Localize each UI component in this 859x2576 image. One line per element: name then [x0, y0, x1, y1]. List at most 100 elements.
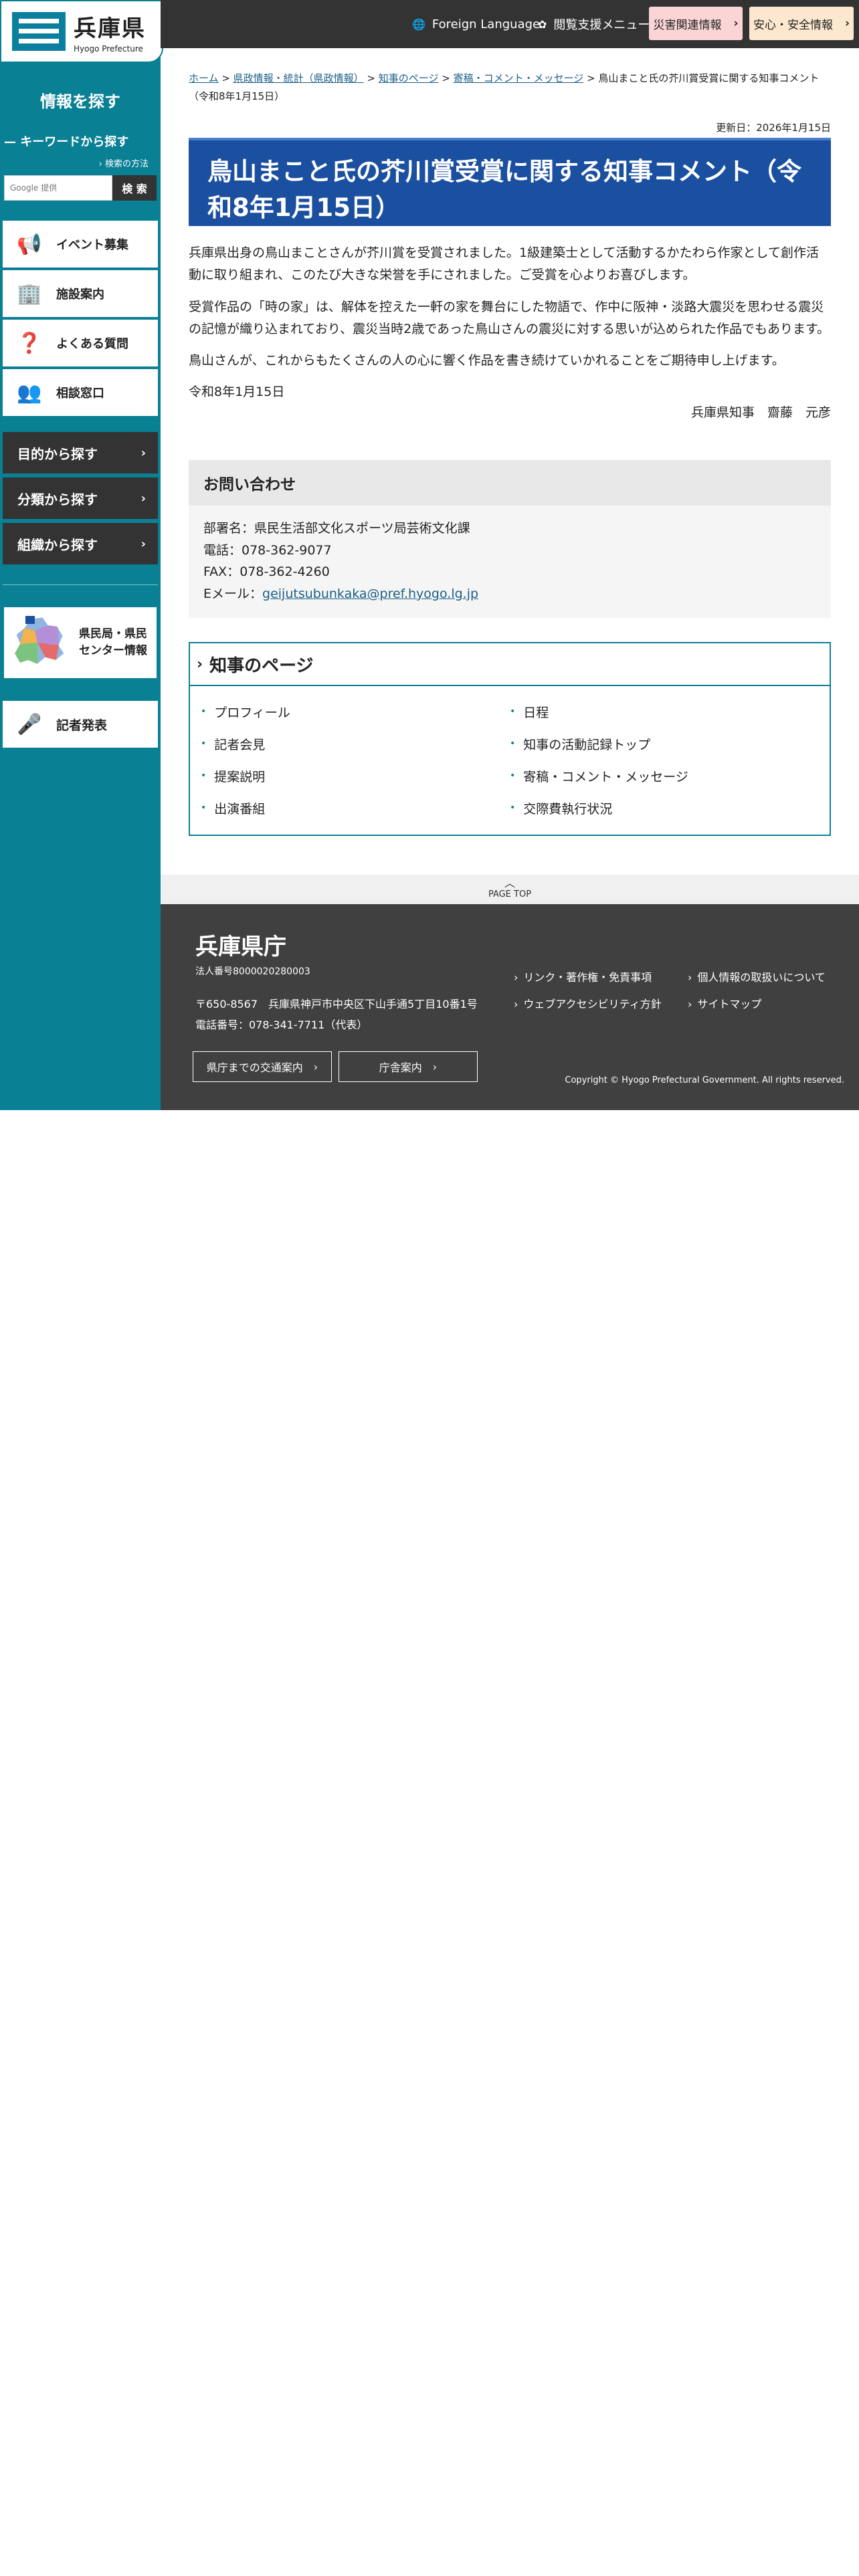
- chevron-right-icon: ›: [98, 159, 102, 169]
- top-bar: 🌐 Foreign Language ✿ 閲覧支援メニュー 災害関連情報 › 安心・安…: [161, 0, 859, 48]
- globe-icon: 🌐: [412, 17, 425, 31]
- side-item-events[interactable]: 📢 イベント募集: [3, 221, 158, 267]
- gov-link-press-conference[interactable]: • 記者会見: [201, 728, 510, 760]
- inquiry-box: お問い合わせ 部署名：県民生活部文化スポーツ局芸術文化課 電話：078-362-…: [189, 460, 831, 618]
- gov-link-programs[interactable]: • 出演番組: [201, 792, 510, 824]
- chevron-right-icon: ›: [140, 445, 146, 460]
- chevron-right-icon: ›: [844, 17, 850, 30]
- search-howto-link[interactable]: › 検索の方法: [99, 156, 149, 169]
- side-item-faq[interactable]: ❓ よくある質問: [3, 320, 158, 366]
- foreign-language-link[interactable]: 🌐 Foreign Language: [412, 0, 540, 48]
- bullet-icon: •: [201, 802, 207, 813]
- chevron-up-icon: ︿: [504, 877, 515, 889]
- inquiry-dept: 部署名：県民生活部文化スポーツ局芸術文化課: [203, 521, 470, 536]
- building-icon: 🏢: [17, 282, 42, 306]
- gear-icon: ✿: [538, 17, 547, 31]
- site-name-ja: 兵庫県: [74, 15, 146, 42]
- footer-link-copyright[interactable]: › リンク・著作権・免責事項: [514, 968, 652, 984]
- keyword-search-title: — キーワードから探す: [4, 135, 129, 149]
- updated-date: 更新日：2026年1月15日: [716, 122, 831, 134]
- bullet-icon: •: [510, 706, 516, 717]
- accessibility-menu-link[interactable]: ✿ 閲覧支援メニュー: [538, 0, 650, 48]
- sidebar-divider: [3, 584, 158, 585]
- side-item-facilities[interactable]: 🏢 施設案内: [3, 270, 158, 317]
- footer-link-accessibility[interactable]: › ウェブアクセシビリティ方針: [514, 995, 662, 1011]
- site-logo[interactable]: 兵庫県 Hyogo Prefecture: [0, 0, 163, 63]
- footer-corp-number: 法人番号8000020280003: [195, 966, 310, 977]
- browse-by-category[interactable]: 分類から探す ›: [3, 477, 158, 519]
- search-button[interactable]: 検 索: [112, 175, 157, 201]
- chevron-right-icon: ›: [140, 491, 146, 506]
- breadcrumb-governor-page[interactable]: 知事のページ: [379, 72, 439, 84]
- chevron-right-icon: ›: [688, 998, 692, 1010]
- safety-info-button[interactable]: 安心・安全情報 ›: [749, 7, 854, 40]
- side-item-consult[interactable]: 👥 相談窓口: [3, 369, 158, 416]
- governor-page-box: › 知事のページ • プロフィール • 日程 • 記者会見 • 知事の活動記録トップ • 提…: [189, 642, 831, 836]
- microphone-icon: 🎤: [17, 712, 42, 736]
- inquiry-tel: 電話：078-362-9077: [203, 542, 332, 558]
- breadcrumb: ホーム > 県政情報・統計（県政情報） > 知事のページ > 寄稿・コメント・メ…: [189, 72, 820, 102]
- footer-link-privacy[interactable]: › 個人情報の取扱いについて: [688, 968, 826, 984]
- bullet-icon: •: [510, 802, 516, 813]
- chevron-right-icon: ›: [733, 17, 739, 30]
- chevron-right-icon: ›: [688, 971, 692, 984]
- browse-menu: 目的から探す › 分類から探す › 組織から探す ›: [3, 432, 158, 568]
- sidebar: 兵庫県 Hyogo Prefecture 情報を探す — キーワードから探す ›…: [0, 0, 163, 1110]
- bullet-icon: •: [201, 738, 207, 749]
- body-paragraph-2: 受賞作品の「時の家」は、解体を控えた一軒の家を舞台にした物語で、作中に阪神・淡路…: [189, 299, 830, 336]
- disaster-info-button[interactable]: 災害関連情報 ›: [649, 7, 743, 40]
- center-label-line1: 県民局・県民: [79, 627, 147, 641]
- gov-link-expenses[interactable]: • 交際費執行状況: [510, 792, 819, 824]
- chevron-right-icon: ›: [514, 971, 518, 984]
- chevron-right-icon: ›: [313, 1060, 318, 1073]
- consult-icon: 👥: [17, 381, 42, 405]
- hyogo-emblem-icon: [12, 12, 66, 51]
- bullet-icon: •: [201, 770, 207, 781]
- press-release-link[interactable]: 🎤 記者発表: [3, 701, 158, 748]
- article-body: 兵庫県出身の鳥山まことさんが芥川賞を受賞されました。1級建築士として活動するかた…: [189, 242, 831, 413]
- gov-link-schedule[interactable]: • 日程: [510, 695, 819, 728]
- search-form: 検 索: [4, 175, 157, 201]
- center-label-line2: センター情報: [79, 644, 147, 657]
- footer: 兵庫県庁 法人番号8000020280003 〒650-8567 兵庫県神戸市中…: [161, 904, 859, 1110]
- page-title: 鳥山まこと氏の芥川賞受賞に関する知事コメント（令和8年1月15日）: [189, 138, 831, 226]
- footer-building-button[interactable]: 庁舎案内 ›: [339, 1051, 478, 1082]
- bullet-icon: •: [201, 706, 207, 717]
- search-input[interactable]: [4, 175, 112, 201]
- governor-page-heading[interactable]: › 知事のページ: [190, 643, 830, 686]
- gov-link-activity-top[interactable]: • 知事の活動記録トップ: [510, 728, 819, 760]
- footer-copyright: Copyright © Hyogo Prefectural Government…: [565, 1075, 844, 1085]
- gov-link-proposal[interactable]: • 提案説明: [201, 760, 510, 792]
- body-date: 令和8年1月15日: [189, 385, 285, 400]
- chevron-right-icon: ›: [197, 655, 203, 673]
- footer-access-button[interactable]: 県庁までの交通案内 ›: [193, 1051, 332, 1082]
- chevron-right-icon: ›: [514, 998, 518, 1010]
- footer-address: 〒650-8567 兵庫県神戸市中央区下山手通5丁目10番1号: [195, 998, 478, 1010]
- gov-link-comments[interactable]: • 寄稿・コメント・メッセージ: [510, 760, 819, 792]
- find-info-title: 情報を探す: [40, 92, 120, 111]
- breadcrumb-home[interactable]: ホーム: [189, 72, 219, 84]
- inquiry-email-link[interactable]: geijutsubunkaka@pref.hyogo.lg.jp: [262, 586, 478, 601]
- footer-phone: 電話番号：078-341-7711（代表）: [195, 1018, 368, 1032]
- footer-org-name: 兵庫県庁: [195, 934, 286, 960]
- breadcrumb-prefectural-info[interactable]: 県政情報・統計（県政情報）: [233, 72, 364, 84]
- side-menu: 📢 イベント募集 🏢 施設案内 ❓ よくある質問 👥 相談窓口: [3, 221, 158, 419]
- body-paragraph-3: 鳥山さんが、これからもたくさんの人の心に響く作品を書き続けていかれることをご期待…: [189, 353, 785, 368]
- breadcrumb-comments[interactable]: 寄稿・コメント・メッセージ: [454, 72, 584, 84]
- page-top-button[interactable]: ︿ PAGE TOP: [161, 875, 859, 904]
- site-name-en: Hyogo Prefecture: [74, 43, 143, 53]
- inquiry-fax: FAX：078-362-4260: [203, 564, 330, 580]
- footer-address-block: 〒650-8567 兵庫県神戸市中央区下山手通5丁目10番1号 電話番号：078…: [195, 994, 478, 1035]
- inquiry-heading: お問い合わせ: [189, 460, 831, 506]
- inquiry-email-row: Eメール：geijutsubunkaka@pref.hyogo.lg.jp: [203, 586, 479, 602]
- browse-by-organization[interactable]: 組織から探す ›: [3, 523, 158, 564]
- gov-link-profile[interactable]: • プロフィール: [201, 695, 510, 728]
- regional-center-link[interactable]: 県民局・県民 センター情報: [3, 606, 158, 679]
- body-paragraph-1: 兵庫県出身の鳥山まことさんが芥川賞を受賞されました。1級建築士として活動するかた…: [189, 245, 819, 283]
- bullet-icon: •: [510, 770, 516, 781]
- bullet-icon: •: [510, 738, 516, 749]
- footer-link-sitemap[interactable]: › サイトマップ: [688, 995, 761, 1011]
- governor-signature: 兵庫県知事 齋藤 元彦: [690, 405, 831, 420]
- browse-by-purpose[interactable]: 目的から探す ›: [3, 432, 158, 473]
- chevron-right-icon: ›: [140, 536, 146, 551]
